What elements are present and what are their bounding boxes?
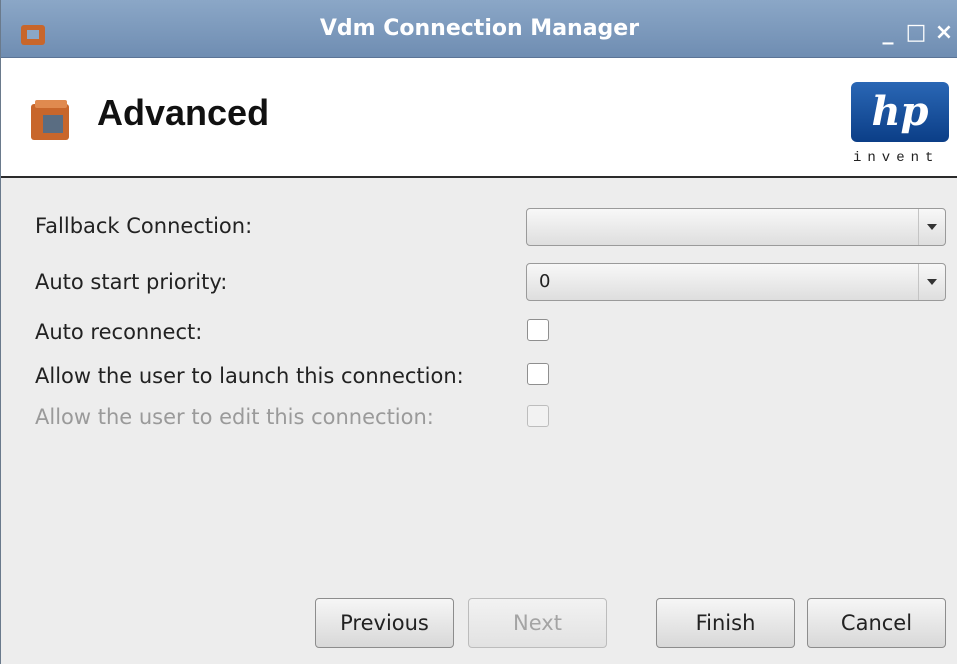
auto-reconnect-label: Auto reconnect: [35,320,203,344]
chevron-down-icon[interactable] [918,209,945,245]
dialog-window: Vdm Connection Manager _ □ × Advanced hp… [0,0,957,664]
advanced-icon [31,100,69,140]
cancel-button[interactable]: Cancel [807,598,946,648]
window-controls: _ □ × [874,18,957,48]
allow-edit-label: Allow the user to edit this connection: [35,405,434,429]
minimize-icon[interactable]: _ [874,19,902,47]
page-title: Advanced [97,92,270,133]
allow-launch-checkbox[interactable] [527,363,549,385]
hp-logo-text: hp [871,88,929,135]
window-title: Vdm Connection Manager [319,16,640,41]
finish-button[interactable]: Finish [656,598,795,648]
close-icon[interactable]: × [930,19,957,47]
fallback-connection-label: Fallback Connection: [35,214,253,238]
auto-start-priority-select[interactable]: 0 [526,263,946,301]
chevron-down-icon[interactable] [918,264,945,300]
hp-tagline: invent [853,150,940,166]
title-bar[interactable]: Vdm Connection Manager _ □ × [1,0,957,58]
vdm-app-icon[interactable] [19,23,49,49]
auto-start-priority-value: 0 [539,271,551,292]
next-button[interactable]: Next [468,598,607,648]
auto-reconnect-checkbox[interactable] [527,319,549,341]
allow-launch-label: Allow the user to launch this connection… [35,364,464,388]
auto-start-priority-label: Auto start priority: [35,270,228,294]
allow-edit-checkbox[interactable] [527,405,549,427]
maximize-icon[interactable]: □ [902,19,930,47]
fallback-connection-select[interactable] [526,208,946,246]
previous-button[interactable]: Previous [315,598,454,648]
hp-logo: hp [851,82,949,142]
